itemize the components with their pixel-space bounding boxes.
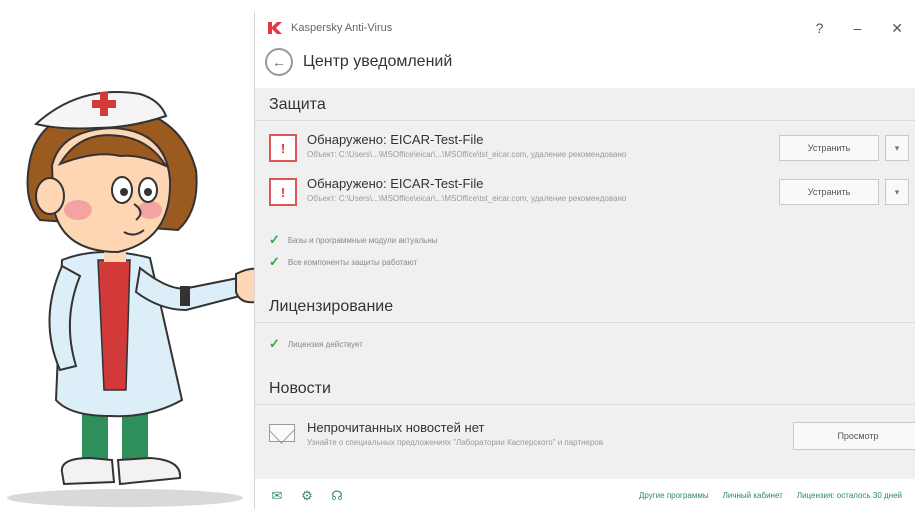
close-button[interactable]: ✕	[891, 20, 903, 37]
licensing-section-title: Лицензирование	[255, 290, 915, 323]
app-window: Kaspersky Anti-Virus ? – ✕ ← Центр уведо…	[254, 12, 915, 509]
news-section-title: Новости	[255, 372, 915, 405]
checkmark-icon: ✓	[269, 232, 280, 247]
back-button[interactable]: ←	[265, 48, 293, 76]
threat-notification: ! Обнаружено: EICAR-Test-File Объект: C:…	[269, 174, 909, 212]
news-section: Новости	[255, 372, 915, 405]
status-check-text: Базы и программные модули актуальны	[287, 235, 438, 245]
threat-title: Обнаружено: EICAR-Test-File	[307, 132, 484, 147]
licensing-section: Лицензирование	[255, 290, 915, 323]
news-item: Непрочитанных новостей нет Узнайте о спе…	[269, 418, 915, 456]
title-bar: Kaspersky Anti-Virus ? – ✕	[255, 12, 915, 44]
protection-section-title: Защита	[255, 88, 915, 121]
fix-button[interactable]: Устранить	[779, 179, 879, 205]
protection-section: Защита	[255, 88, 915, 121]
threat-title: Обнаружено: EICAR-Test-File	[307, 176, 484, 191]
status-check-row: ✓ Базы и программные модули актуальны	[269, 232, 438, 248]
footer-links: Другие программы Личный кабинет Лицензия…	[639, 491, 902, 500]
other-products-link[interactable]: Другие программы	[639, 491, 709, 500]
threat-subtitle: Объект: C:\Users\...\MSOffice\eicar\...\…	[307, 150, 627, 159]
mail-icon[interactable]: ✉	[269, 488, 285, 504]
window-controls: ? – ✕	[816, 20, 903, 37]
threat-subtitle: Объект: C:\Users\...\MSOffice\eicar\...\…	[307, 194, 627, 203]
fix-dropdown-button[interactable]: ▾	[885, 179, 909, 205]
app-title: Kaspersky Anti-Virus	[291, 22, 393, 34]
envelope-icon	[269, 424, 295, 442]
license-status-text: Лицензия действует	[287, 339, 363, 349]
status-check-text: Все компоненты защиты работают	[287, 257, 418, 267]
threat-alert-icon: !	[269, 134, 297, 162]
news-item-title: Непрочитанных новостей нет	[307, 420, 485, 435]
page-title: Центр уведомлений	[303, 53, 453, 70]
status-check-row: ✓ Все компоненты защиты работают	[269, 254, 417, 270]
fix-button[interactable]: Устранить	[779, 135, 879, 161]
my-kaspersky-link[interactable]: Личный кабинет	[723, 491, 783, 500]
fix-dropdown-button[interactable]: ▾	[885, 135, 909, 161]
checkmark-icon: ✓	[269, 254, 280, 269]
notification-center-content: Защита ! Обнаружено: EICAR-Test-File Объ…	[255, 88, 915, 479]
view-news-button[interactable]: Просмотр	[793, 422, 915, 450]
threat-notification: ! Обнаружено: EICAR-Test-File Объект: C:…	[269, 130, 909, 168]
minimize-button[interactable]: –	[853, 20, 861, 37]
status-check-row: ✓ Лицензия действует	[269, 336, 363, 352]
footer-bar: ✉ ⚙ ☊ Другие программы Личный кабинет Ли…	[255, 482, 915, 509]
kaspersky-logo-icon	[268, 22, 282, 34]
settings-gear-icon[interactable]: ⚙	[299, 488, 315, 504]
support-icon[interactable]: ☊	[329, 488, 345, 504]
page-header: ← Центр уведомлений	[255, 44, 915, 80]
news-item-subtitle: Узнайте о специальных предложениях "Лабо…	[307, 438, 604, 447]
license-days-link[interactable]: Лицензия: осталось 30 дней	[797, 491, 902, 500]
threat-alert-icon: !	[269, 178, 297, 206]
help-button[interactable]: ?	[816, 20, 824, 37]
checkmark-icon: ✓	[269, 336, 280, 351]
